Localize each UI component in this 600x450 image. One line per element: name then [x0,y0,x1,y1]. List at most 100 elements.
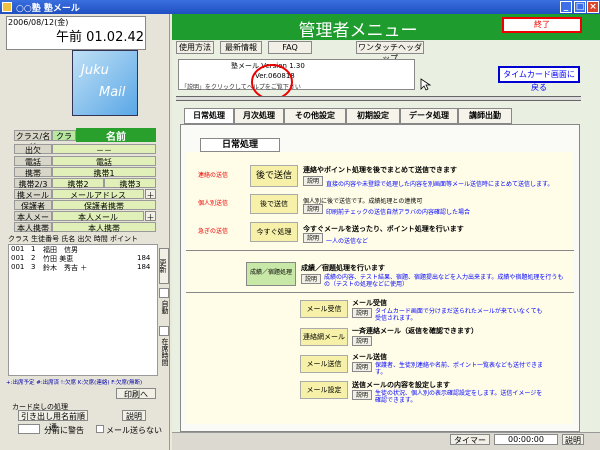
student-name: 名前 [76,128,156,143]
explain-button[interactable]: 説明 [352,308,372,318]
timer-value: 00:00:00 [494,434,558,445]
print-button[interactable]: 印刷へ [116,388,156,399]
self-mail-button[interactable]: ＋ [145,211,156,222]
item-category: 個人別送信 [198,200,229,207]
tab-daily[interactable]: 日常処理 [184,108,234,124]
onetouch-help-button[interactable]: ワンタッチヘッダップ [356,41,424,63]
faq-button[interactable]: FAQ [268,41,312,54]
close-icon[interactable]: × [587,1,599,13]
jukumail-logo: Juku Mail [72,50,138,116]
explain-button[interactable]: 説明 [301,274,321,284]
tab-data-processing[interactable]: データ処理 [400,108,458,124]
explain-button[interactable]: 説明 [303,176,323,186]
phone-value: 電話 [52,156,156,167]
mail-value: メールアドレス [52,189,144,200]
mouse-cursor-icon [420,78,432,91]
class-name-label: クラス/名前 [14,130,52,152]
mobile2-value: 携帯2 [52,178,104,189]
mail-send-button[interactable]: ＋ [145,189,156,200]
status-explain-button[interactable]: 説明 [562,434,584,445]
item-title: 送信メールの内容を設定します [352,381,450,389]
news-button[interactable]: 最新情報 [220,41,262,54]
item-title: 今すぐメールを送ったり、ポイント処理を行います [303,225,464,233]
self-mobile-label: 本人携帯 [14,222,52,233]
item-title: 一斉連絡メール（返信を確認できます） [352,327,478,335]
student-list[interactable]: 001 1 福田 信男 001 2 竹田 美恵 184 001 3 鈴木 秀吉 ＋ 184 [8,244,158,376]
separator [176,96,581,101]
no-mail-label: メール送らない [106,426,162,435]
list-item[interactable]: 001 3 鈴木 秀吉 ＋ 184 [9,263,157,272]
process-now-button[interactable]: 今すぐ処理 [250,222,298,242]
time-text: 午前 01.02.42 [56,30,145,45]
card-return-button[interactable]: 引き出し用名前順通 [18,410,88,432]
item-desc: 成績の内容、テスト結果、宿題、宿題提出などを入力出来ます。成績や宿題処理を行うも… [324,274,564,288]
maximize-button[interactable]: □ [574,1,586,13]
minutes-label: 分前に警告 [44,426,84,435]
phone-label: 電話 [14,156,52,167]
item-desc: タイムカード画面で分けまだ送られたメールが来ていなくても受信されます。 [375,308,543,322]
guardian-label: 保護者 [14,200,52,211]
refresh-button[interactable]: 更新 [159,248,169,284]
self-mail-label: 本人メール [14,211,52,233]
section-title: 日常処理 [200,138,280,152]
self-mail-value: 本人メール [52,211,144,222]
item-title: メール送信 [352,353,387,361]
mail-receive-button[interactable]: メール受信 [300,300,348,318]
guardian-value: 保護者携帯 [52,200,156,211]
window-titlebar: ○○塾 塾メール _ □ × [0,0,600,14]
attendance-value: －－ [52,144,156,155]
presence-checkbox[interactable] [159,326,169,336]
tab-initial-settings[interactable]: 初期設定 [346,108,400,124]
tab-teacher-attendance[interactable]: 講師出勤 [458,108,512,124]
mobile-label: 携帯 [14,167,52,178]
item-category: 連絡の送信 [198,172,229,179]
item-title: 成績／宿題処理を行います [301,264,385,272]
class-value: クラス [52,130,76,152]
window-title: ○○塾 塾メール [16,4,80,14]
auto-checkbox[interactable] [159,288,169,298]
minutes-input[interactable] [18,424,40,434]
divider [186,292,574,293]
send-later-button[interactable]: 後で送信 [250,165,298,187]
grades-homework-button[interactable]: 成績／宿題処理 [246,262,296,286]
explain-button[interactable]: 説明 [303,233,323,243]
explain-button[interactable]: 説明 [352,390,372,400]
attendance-legend: +:出席予定 #:出席済 !:欠席 K:欠席(連絡) F:欠席(無断) [6,380,143,386]
self-mobile-value: 本人携帯 [52,222,156,233]
item-title: 連絡やポイント処理を後でまとめて送信できます [303,166,457,174]
mail-label: 携メール [14,189,52,200]
divider [186,250,574,251]
exit-button[interactable]: 終了 [502,17,582,33]
item-title: メール受信 [352,299,387,307]
list-item[interactable]: 001 1 福田 信男 [9,245,157,254]
broadcast-mail-button[interactable]: 連絡網メール [300,328,348,346]
student-list-header: クラス 生徒番号 氏名 出欠 時間 ポイント [8,235,138,243]
card-explain-button[interactable]: 説明 [122,410,146,421]
item-desc: 生徒の状況、個人別の表示確認設定をします。送信イメージを確認できます。 [375,390,543,404]
send-later-individual-button[interactable]: 後で送信 [250,194,298,214]
tab-other-settings[interactable]: その他設定 [284,108,346,124]
item-desc: 直接の内容や未登録で処理した内容を別画面等メール送信時にまとめて送信します。 [326,181,554,188]
timecard-return-button[interactable]: タイムカード画面に戻る [498,66,580,92]
explain-button[interactable]: 説明 [303,204,323,214]
usage-button[interactable]: 使用方法 [176,41,214,54]
presence-label: 在席時間 [161,338,169,366]
timer-label: タイマー [450,434,490,445]
page-title: 管理者メニュー [298,21,418,41]
no-mail-checkbox[interactable] [96,425,104,433]
explain-button[interactable]: 説明 [352,362,372,372]
tab-strip: 日常処理 月次処理 その他設定 初期設定 データ処理 講師出勤 [180,108,580,124]
list-item[interactable]: 001 2 竹田 美恵 184 [9,254,157,263]
item-desc: 保護者、生徒別連絡や名前、ポイント一覧表なども送付できます。 [375,362,544,376]
mail-send-main-button[interactable]: メール送信 [300,355,348,373]
attendance-label: 出欠 [14,144,52,155]
item-category: 急ぎの送信 [198,228,229,235]
tab-monthly[interactable]: 月次処理 [234,108,284,124]
minimize-button[interactable]: _ [560,1,572,13]
mail-settings-button[interactable]: メール設定 [300,381,348,399]
explain-button[interactable]: 説明 [352,336,372,346]
item-desc: 印刷前チェックの送信自然アラバの内容確認した場合 [326,209,470,216]
auto-label: 自動 [161,300,169,314]
app-icon [2,2,12,12]
mobile3-value: 携帯3 [104,178,156,189]
